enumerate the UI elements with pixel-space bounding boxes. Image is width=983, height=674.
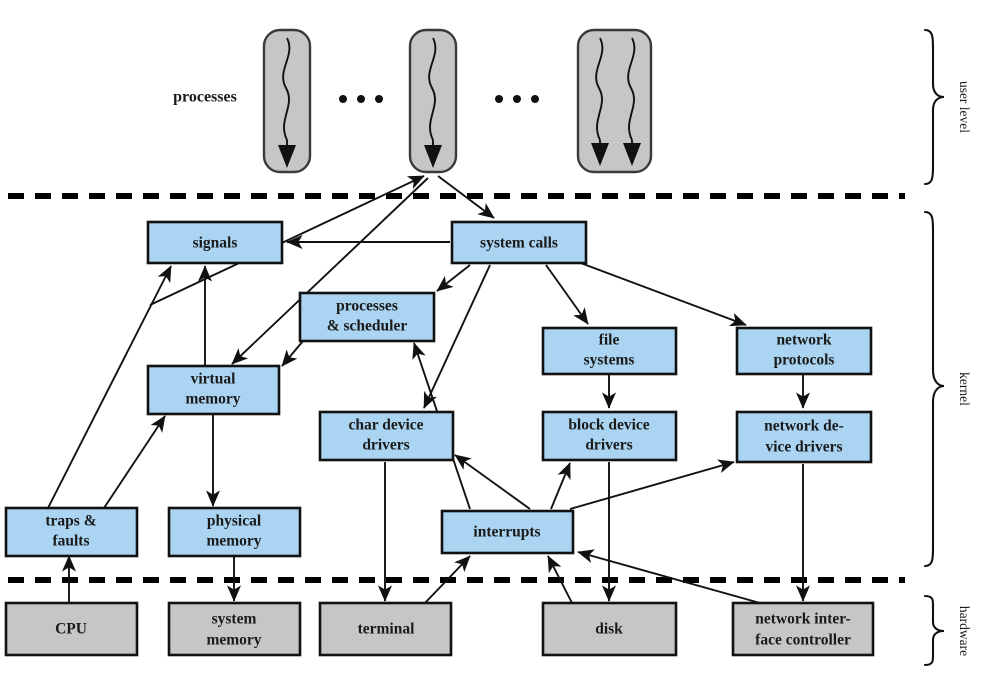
processes-ellipsis-1: [339, 95, 383, 103]
process-capsule-3[interactable]: [576, 28, 653, 174]
box-virtual-memory[interactable]: virtual memory: [146, 364, 281, 416]
box-traps-faults-label-2: faults: [52, 533, 89, 550]
edge-terminal-to-interrupts: [424, 555, 471, 604]
processes-group: processes: [173, 28, 653, 174]
box-terminal-label: terminal: [358, 621, 416, 638]
box-traps-faults-label-1: traps &: [45, 513, 96, 530]
box-disk-label: disk: [595, 621, 623, 638]
box-traps-faults[interactable]: traps & faults: [4, 506, 139, 558]
box-nic-label-2: face controller: [755, 632, 851, 649]
layer-label-kernel: kernel: [957, 372, 972, 406]
box-nic-label-1: network inter-: [755, 611, 850, 628]
edge-system-calls-to-file-systems: [545, 264, 589, 325]
box-network-protocols-label-2: protocols: [774, 352, 835, 369]
box-physical-memory-label-2: memory: [206, 533, 261, 550]
box-file-systems-label-2: systems: [584, 352, 635, 369]
brace-kernel: kernel: [923, 210, 972, 568]
box-interrupts-label: interrupts: [473, 524, 540, 541]
box-virtual-memory-label-1: virtual: [191, 371, 236, 388]
box-block-device-drivers-label-1: block device: [568, 417, 649, 434]
kernel-boxes-group: signals system calls processes & schedul…: [4, 220, 873, 558]
box-virtual-memory-label-2: memory: [185, 391, 240, 408]
layer-braces-group: user level kernel hardware: [923, 28, 972, 667]
edge-interrupts-to-network-device-drivers: [569, 459, 735, 510]
process-capsule-2[interactable]: [408, 28, 458, 174]
box-block-device-drivers-label-2: drivers: [585, 437, 632, 454]
box-cpu[interactable]: CPU: [4, 601, 139, 657]
box-file-systems-label-1: file: [599, 332, 620, 349]
box-network-device-drivers-label-2: vice drivers: [765, 439, 842, 456]
edge-system-calls-to-processes-sched: [436, 264, 471, 292]
box-nic[interactable]: network inter- face controller: [731, 601, 875, 657]
box-physical-memory[interactable]: physical memory: [167, 506, 302, 558]
box-processes-scheduler[interactable]: processes & scheduler: [298, 291, 436, 343]
brace-hardware: hardware: [923, 594, 972, 667]
box-system-memory-label-2: memory: [206, 632, 261, 649]
box-system-memory[interactable]: system memory: [167, 601, 302, 657]
box-char-device-drivers-label-1: char device: [348, 417, 423, 434]
box-system-memory-label-1: system: [212, 611, 257, 628]
edge-interrupts-to-char-device-drivers: [454, 454, 531, 510]
hardware-boxes-group: CPU system memory terminal disk network …: [4, 601, 875, 657]
box-signals[interactable]: signals: [146, 220, 284, 265]
layer-label-hardware: hardware: [957, 606, 972, 656]
diagram-canvas: processes signals system calls processes…: [0, 0, 983, 674]
edge-traps-faults-to-virtual-memory: [103, 415, 166, 509]
box-processes-scheduler-label-1: processes: [336, 298, 398, 315]
box-network-protocols-label-1: network: [776, 332, 831, 349]
process-capsule-1[interactable]: [262, 28, 312, 174]
processes-ellipsis-2: [495, 95, 539, 103]
box-processes-scheduler-label-2: & scheduler: [327, 318, 408, 335]
edge-interrupts-to-block-device-drivers: [550, 462, 571, 510]
box-system-calls-label: system calls: [480, 235, 558, 252]
processes-caption: processes: [173, 89, 237, 106]
box-network-protocols[interactable]: network protocols: [735, 326, 873, 376]
box-network-device-drivers[interactable]: network de- vice drivers: [735, 410, 873, 464]
box-interrupts[interactable]: interrupts: [440, 509, 575, 555]
box-cpu-label: CPU: [55, 621, 87, 638]
unix-architecture-diagram: processes signals system calls processes…: [4, 28, 972, 667]
box-network-device-drivers-label-1: network de-: [764, 418, 844, 435]
edge-processes-sched-to-virtual-memory: [281, 340, 304, 367]
box-signals-label: signals: [193, 235, 238, 252]
box-file-systems[interactable]: file systems: [541, 326, 678, 376]
layer-label-user-level: user level: [957, 81, 972, 133]
box-disk[interactable]: disk: [541, 601, 678, 657]
box-system-calls[interactable]: system calls: [450, 220, 588, 265]
brace-user-level: user level: [923, 28, 972, 186]
box-char-device-drivers-label-2: drivers: [362, 437, 409, 454]
box-physical-memory-label-1: physical: [207, 513, 262, 530]
box-terminal[interactable]: terminal: [318, 601, 453, 657]
edge-system-calls-to-network-protocols: [577, 261, 747, 327]
box-block-device-drivers[interactable]: block device drivers: [541, 410, 678, 462]
box-char-device-drivers[interactable]: char device drivers: [318, 410, 455, 462]
